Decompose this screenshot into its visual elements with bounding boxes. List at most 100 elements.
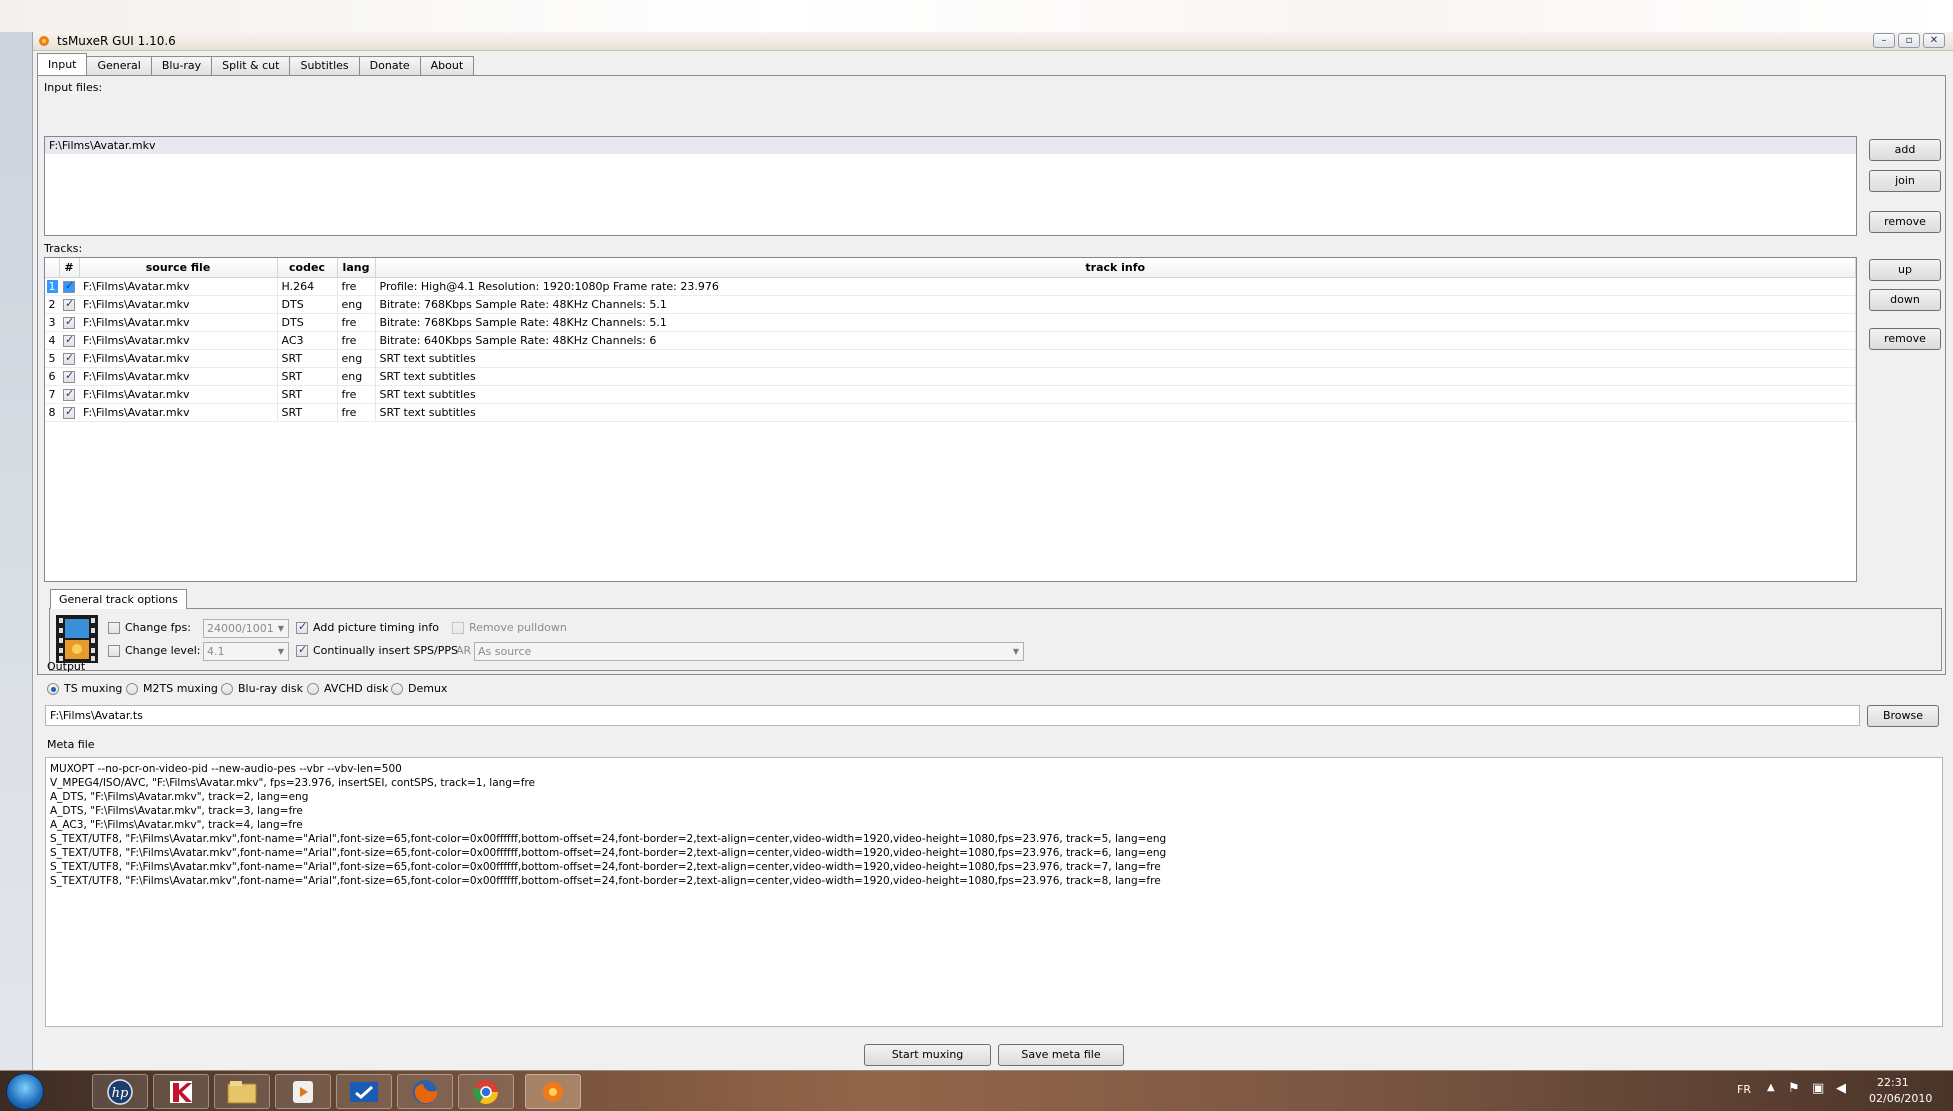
demux-radio[interactable] bbox=[391, 682, 403, 695]
table-row[interactable]: 4 F:\Films\Avatar.mkv AC3 fre Bitrate: 6… bbox=[45, 331, 1856, 350]
continually-insert-checkbox[interactable] bbox=[296, 643, 308, 657]
save-meta-file-button[interactable]: Save meta file bbox=[998, 1044, 1124, 1066]
change-fps-control[interactable]: Change fps: bbox=[108, 621, 191, 634]
track-lang[interactable]: eng bbox=[337, 367, 376, 386]
ts-muxing-radio[interactable] bbox=[47, 682, 59, 695]
avchd-disk-radio[interactable] bbox=[307, 682, 319, 695]
tab-subtitles[interactable]: Subtitles bbox=[289, 56, 360, 75]
media-player-icon[interactable] bbox=[275, 1074, 331, 1109]
table-row[interactable]: 2 F:\Films\Avatar.mkv DTS eng Bitrate: 7… bbox=[45, 295, 1856, 314]
level-select[interactable]: 4.1 ▼ bbox=[203, 642, 289, 661]
ts-muxing-label: TS muxing bbox=[64, 682, 123, 695]
track-enabled-checkbox[interactable] bbox=[63, 279, 75, 293]
table-row[interactable]: 5 F:\Films\Avatar.mkv SRT eng SRT text s… bbox=[45, 349, 1856, 368]
ar-select[interactable]: As source ▼ bbox=[474, 642, 1024, 661]
track-source-file: F:\Films\Avatar.mkv bbox=[79, 277, 278, 296]
change-level-control[interactable]: Change level: bbox=[108, 644, 200, 657]
add-picture-timing-checkbox[interactable] bbox=[296, 620, 308, 634]
tab-input[interactable]: Input bbox=[37, 53, 88, 75]
language-indicator[interactable]: FR bbox=[1737, 1083, 1751, 1096]
tab-general[interactable]: General bbox=[86, 56, 152, 75]
track-lang[interactable]: fre bbox=[337, 277, 376, 296]
meta-file-textarea[interactable]: MUXOPT --no-pcr-on-video-pid --new-audio… bbox=[45, 757, 1943, 1027]
hp-icon[interactable]: hp bbox=[92, 1074, 148, 1109]
minimize-button[interactable]: – bbox=[1873, 33, 1895, 48]
firefox-icon[interactable] bbox=[397, 1074, 453, 1109]
maximize-button[interactable]: ▫ bbox=[1898, 33, 1920, 48]
table-row[interactable]: 8 F:\Films\Avatar.mkv SRT fre SRT text s… bbox=[45, 403, 1856, 422]
track-up-button[interactable]: up bbox=[1869, 259, 1941, 281]
tab-donate[interactable]: Donate bbox=[358, 56, 421, 75]
remove-pulldown-checkbox[interactable] bbox=[452, 621, 464, 634]
track-enabled-checkbox[interactable] bbox=[63, 315, 75, 329]
clock-date[interactable]: 02/06/2010 bbox=[1869, 1092, 1932, 1105]
output-mode-demux[interactable]: Demux bbox=[391, 682, 447, 695]
tab-split-cut[interactable]: Split & cut bbox=[211, 56, 291, 75]
volume-icon[interactable]: ◀ bbox=[1836, 1081, 1846, 1096]
chrome-icon[interactable] bbox=[458, 1074, 514, 1109]
fps-select[interactable]: 24000/1001 ▼ bbox=[203, 619, 289, 638]
m2ts-muxing-radio[interactable] bbox=[126, 682, 138, 695]
track-enabled-checkbox[interactable] bbox=[63, 297, 75, 311]
col-row-number bbox=[45, 258, 60, 278]
input-file-item[interactable]: F:\Films\Avatar.mkv bbox=[45, 137, 1856, 154]
start-muxing-button[interactable]: Start muxing bbox=[864, 1044, 991, 1066]
output-mode-avchd[interactable]: AVCHD disk bbox=[307, 682, 388, 695]
track-lang[interactable]: fre bbox=[337, 403, 376, 422]
track-enabled-checkbox[interactable] bbox=[63, 387, 75, 401]
track-lang[interactable]: eng bbox=[337, 295, 376, 314]
change-fps-checkbox[interactable] bbox=[108, 621, 120, 634]
col-lang[interactable]: lang bbox=[337, 258, 376, 278]
track-lang[interactable]: fre bbox=[337, 385, 376, 404]
track-enabled-checkbox[interactable] bbox=[63, 351, 75, 365]
remove-pulldown-control[interactable]: Remove pulldown bbox=[452, 621, 567, 634]
change-level-checkbox[interactable] bbox=[108, 644, 120, 657]
meta-line: A_DTS, "F:\Films\Avatar.mkv", track=2, l… bbox=[50, 791, 309, 803]
file-explorer-icon[interactable] bbox=[214, 1074, 270, 1109]
add-button[interactable]: add bbox=[1869, 139, 1941, 161]
action-center-flag-icon[interactable]: ⚑ bbox=[1788, 1081, 1800, 1096]
output-path-input[interactable]: F:\Films\Avatar.ts bbox=[45, 705, 1860, 726]
add-picture-timing-control[interactable]: Add picture timing info bbox=[296, 620, 439, 634]
join-button[interactable]: join bbox=[1869, 170, 1941, 192]
col-track-info[interactable]: track info bbox=[375, 258, 1856, 278]
input-files-listbox[interactable]: F:\Films\Avatar.mkv bbox=[44, 136, 1857, 236]
remove-file-button[interactable]: remove bbox=[1869, 211, 1941, 233]
remove-track-button[interactable]: remove bbox=[1869, 328, 1941, 350]
tsmuxer-icon[interactable] bbox=[525, 1074, 581, 1109]
output-mode-ts[interactable]: TS muxing bbox=[47, 682, 122, 695]
track-source-file: F:\Films\Avatar.mkv bbox=[79, 349, 278, 368]
network-icon[interactable]: ▣ bbox=[1812, 1081, 1824, 1096]
table-row[interactable]: 7 F:\Films\Avatar.mkv SRT fre SRT text s… bbox=[45, 385, 1856, 404]
input-files-label: Input files: bbox=[44, 81, 103, 94]
col-codec[interactable]: codec bbox=[277, 258, 338, 278]
kaspersky-icon[interactable] bbox=[153, 1074, 209, 1109]
track-lang[interactable]: fre bbox=[337, 313, 376, 332]
col-number[interactable]: # bbox=[59, 258, 80, 278]
track-enabled-checkbox[interactable] bbox=[63, 369, 75, 383]
tab-blu-ray[interactable]: Blu-ray bbox=[150, 56, 213, 75]
track-lang[interactable]: eng bbox=[337, 349, 376, 368]
track-down-button[interactable]: down bbox=[1869, 289, 1941, 311]
track-enabled-checkbox[interactable] bbox=[63, 333, 75, 347]
windows-start-button[interactable] bbox=[6, 1073, 44, 1110]
table-row[interactable]: 1 F:\Films\Avatar.mkv H.264 fre Profile:… bbox=[45, 277, 1856, 296]
table-row[interactable]: 3 F:\Films\Avatar.mkv DTS fre Bitrate: 7… bbox=[45, 313, 1856, 332]
track-lang[interactable]: fre bbox=[337, 331, 376, 350]
show-hidden-icons-chevron-up-icon[interactable]: ▲ bbox=[1767, 1082, 1775, 1093]
col-source-file[interactable]: source file bbox=[79, 258, 278, 278]
tab-general-track-options[interactable]: General track options bbox=[50, 589, 187, 609]
output-mode-m2ts[interactable]: M2TS muxing bbox=[126, 682, 218, 695]
tracks-table[interactable]: # source file codec lang track info 1 F:… bbox=[44, 257, 1857, 582]
table-row[interactable]: 6 F:\Films\Avatar.mkv SRT eng SRT text s… bbox=[45, 367, 1856, 386]
browse-button[interactable]: Browse bbox=[1867, 705, 1939, 727]
tab-about[interactable]: About bbox=[419, 56, 475, 75]
track-source-file: F:\Films\Avatar.mkv bbox=[79, 367, 278, 386]
track-enabled-checkbox[interactable] bbox=[63, 405, 75, 419]
continually-insert-control[interactable]: Continually insert SPS/PPS bbox=[296, 643, 458, 657]
checkmark-app-icon[interactable] bbox=[336, 1074, 392, 1109]
clock-time[interactable]: 22:31 bbox=[1877, 1076, 1909, 1089]
close-button[interactable]: ✕ bbox=[1923, 33, 1945, 48]
output-mode-bluray[interactable]: Blu-ray disk bbox=[221, 682, 303, 695]
blu-ray-disk-radio[interactable] bbox=[221, 682, 233, 695]
